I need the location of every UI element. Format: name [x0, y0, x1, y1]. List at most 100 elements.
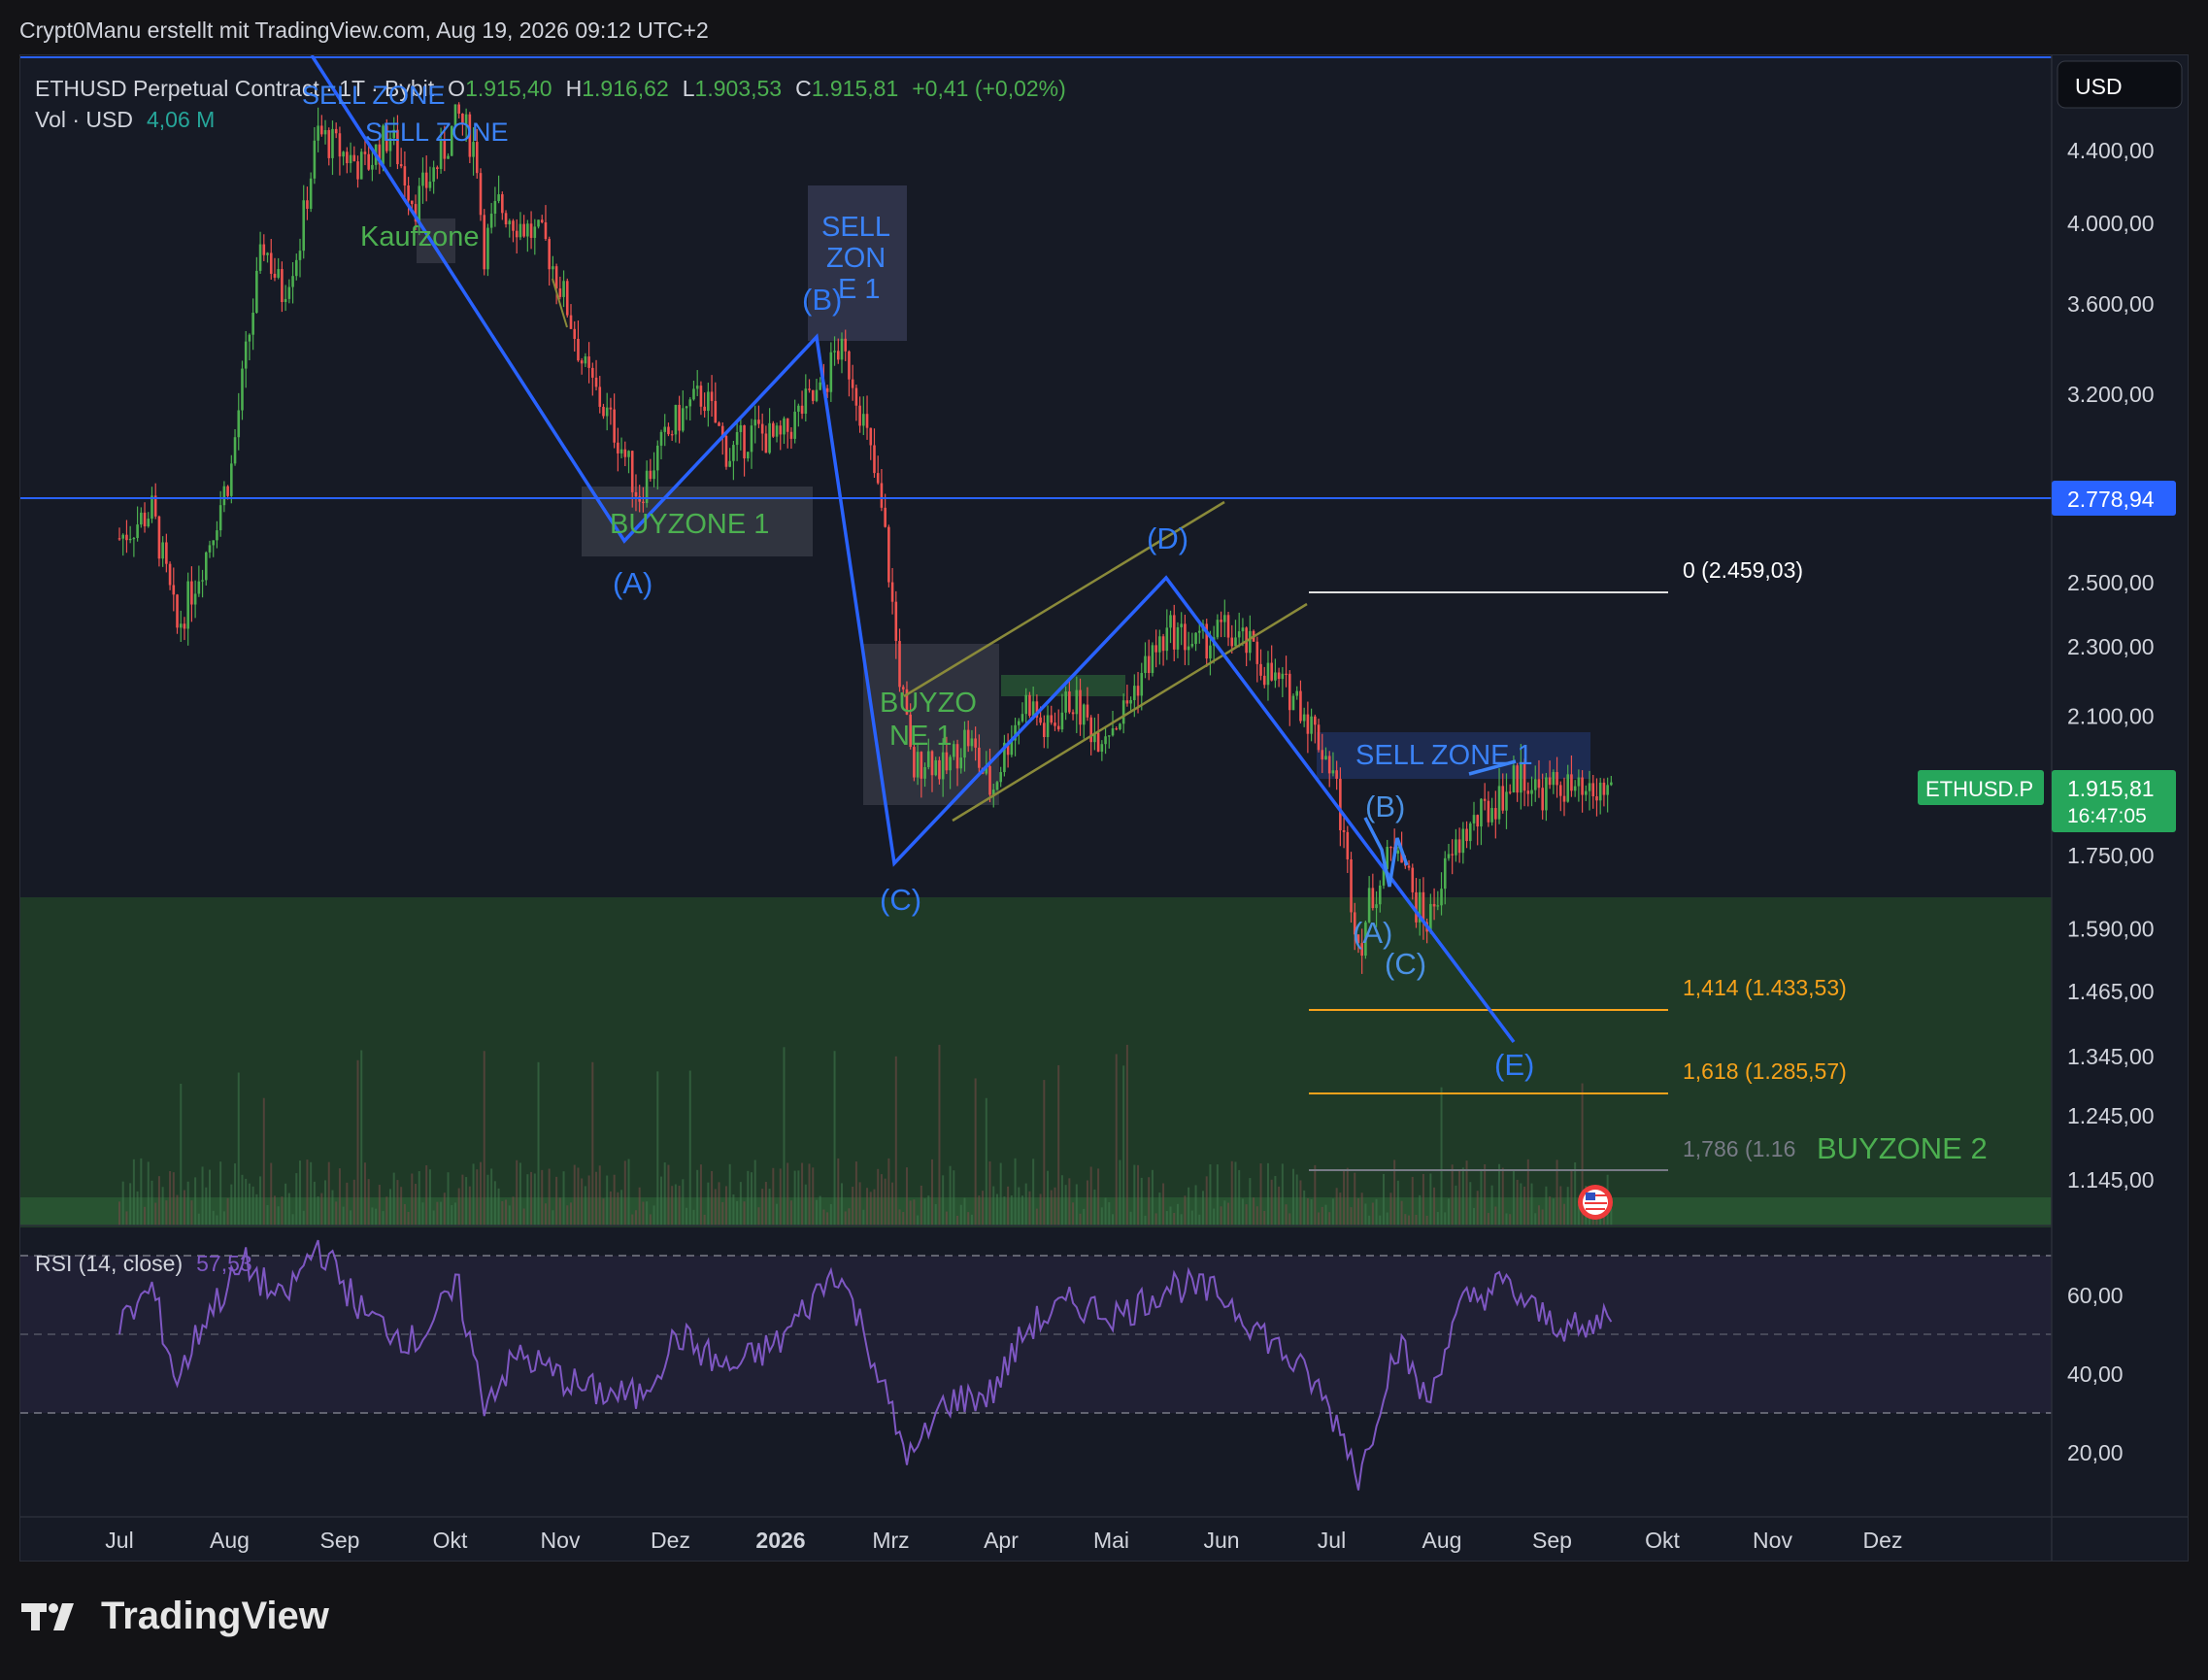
volume-bar	[1205, 1176, 1208, 1226]
candle-body	[436, 167, 439, 170]
volume-bar	[751, 1172, 753, 1226]
volume-bar	[291, 1214, 294, 1226]
candle-body	[836, 351, 840, 360]
candle-body	[808, 388, 811, 390]
candle-body	[1197, 630, 1201, 633]
wave-label-b-right: (B)	[1365, 790, 1405, 823]
rsi-tick-label: 40,00	[2067, 1361, 2124, 1387]
volume-bar	[985, 1097, 987, 1226]
price-axis[interactable]: 4.400,00 4.000,00 3.600,00 3.200,00 2.500,00…	[2067, 138, 2155, 1193]
attribution-text: Crypt0Manu erstellt mit TradingView.com,…	[19, 17, 709, 43]
rsi-legend[interactable]: RSI (14, close) 57,53	[35, 1251, 252, 1276]
price-tick-label: 1.245,00	[2067, 1103, 2155, 1128]
volume-bar	[1140, 1177, 1143, 1226]
volume-bar	[595, 1171, 598, 1226]
volume-bar	[703, 1214, 706, 1226]
volume-bar	[205, 1187, 208, 1226]
candle-body	[772, 422, 775, 437]
volume-bar	[407, 1211, 410, 1226]
volume-bar	[537, 1061, 540, 1226]
volume-bar	[230, 1184, 233, 1226]
buyzone-1b-label-l2: NE 1	[889, 721, 952, 752]
chart-frame[interactable]: Jul Aug Sep Okt Nov Dez 2026 Mrz Apr Mai Jun Jul Aug…	[19, 54, 2189, 1562]
volume-bar	[747, 1170, 750, 1226]
time-axis[interactable]: Jul Aug Sep Okt Nov Dez 2026 Mrz Apr Mai Jun Jul Aug…	[105, 1528, 1902, 1553]
candle-body	[995, 782, 999, 790]
candle-body	[1505, 791, 1508, 811]
volume-bar	[1079, 1213, 1082, 1226]
volume-bar	[1209, 1163, 1212, 1226]
volume-bar	[1415, 1214, 1418, 1226]
sell-zone-label-a: SELL ZONE	[302, 81, 446, 110]
currency-button-label: USD	[2075, 74, 2123, 99]
volume-bar	[415, 1184, 418, 1226]
price-tick-label: 2.300,00	[2067, 634, 2155, 659]
candle-body	[356, 161, 359, 180]
buyzone-1b-label-l1: BUYZO	[880, 688, 977, 719]
volume-bar	[841, 1183, 843, 1226]
volume-bar	[465, 1177, 468, 1226]
candle-body	[580, 360, 584, 364]
volume-bar	[982, 1191, 985, 1226]
candle-body	[953, 744, 955, 757]
candle-body	[1151, 645, 1154, 673]
candle-body	[1577, 777, 1581, 787]
volume-bar	[1245, 1204, 1248, 1226]
volume-bar	[1360, 1193, 1363, 1226]
volume-bar	[931, 1159, 933, 1226]
candle-body	[121, 534, 125, 539]
us-flag-event-icon[interactable]	[1578, 1185, 1613, 1220]
volume-bar	[1429, 1173, 1432, 1226]
candle-body	[955, 744, 959, 769]
volume-bar	[555, 1176, 558, 1226]
volume-bar	[1176, 1203, 1179, 1226]
volume-bar	[1266, 1162, 1269, 1226]
volume-bar	[331, 1190, 334, 1226]
volume-bar	[1227, 1202, 1230, 1226]
volume-bar	[1321, 1206, 1323, 1226]
rsi-axis[interactable]: 60,00 40,00 20,00	[2067, 1283, 2124, 1465]
volume-bar	[172, 1172, 175, 1226]
candle-body	[1100, 744, 1104, 752]
candle-body	[833, 351, 836, 353]
candle-body	[554, 266, 558, 289]
candle-body	[783, 418, 786, 435]
volume-bar	[1216, 1164, 1219, 1226]
volume-bar	[505, 1199, 508, 1226]
candle-body	[371, 164, 374, 170]
volume-bar	[497, 1188, 500, 1226]
volume-bar	[1064, 1185, 1067, 1226]
price-chart[interactable]: Jul Aug Sep Okt Nov Dez 2026 Mrz Apr Mai Jun Jul Aug…	[20, 54, 2188, 1561]
candle-body	[359, 151, 363, 180]
volume-bar	[682, 1179, 685, 1226]
volume-bar	[967, 1212, 970, 1226]
candle-body	[692, 388, 695, 400]
volume-legend-value: 4,06 M	[147, 107, 215, 132]
volume-bar	[273, 1195, 276, 1226]
volume-bar	[1411, 1176, 1414, 1226]
candle-body	[334, 128, 338, 134]
candle-body	[251, 313, 254, 335]
candle-body	[1346, 831, 1350, 859]
candle-body	[1378, 885, 1382, 905]
volume-bar	[959, 1204, 962, 1226]
volume-bar	[804, 1184, 807, 1226]
candle-body	[591, 367, 594, 378]
volume-bar	[121, 1181, 124, 1226]
candle-body	[999, 772, 1002, 783]
volume-bar	[917, 1215, 920, 1226]
volume-bar	[245, 1178, 248, 1226]
candle-body	[649, 470, 652, 480]
volume-bar	[833, 1051, 836, 1226]
candle-body	[674, 404, 678, 435]
volume-bar	[157, 1176, 160, 1226]
volume-bar	[696, 1169, 699, 1226]
volume-bar	[411, 1173, 414, 1226]
candle-body	[1024, 694, 1028, 715]
candle-body	[594, 377, 598, 387]
fib-label-1786: 1,786 (1.16	[1683, 1136, 1795, 1161]
candle-body	[1121, 700, 1125, 724]
volume-bar	[1108, 1202, 1111, 1226]
volume-bar	[1093, 1189, 1096, 1226]
candle-body	[558, 288, 562, 297]
